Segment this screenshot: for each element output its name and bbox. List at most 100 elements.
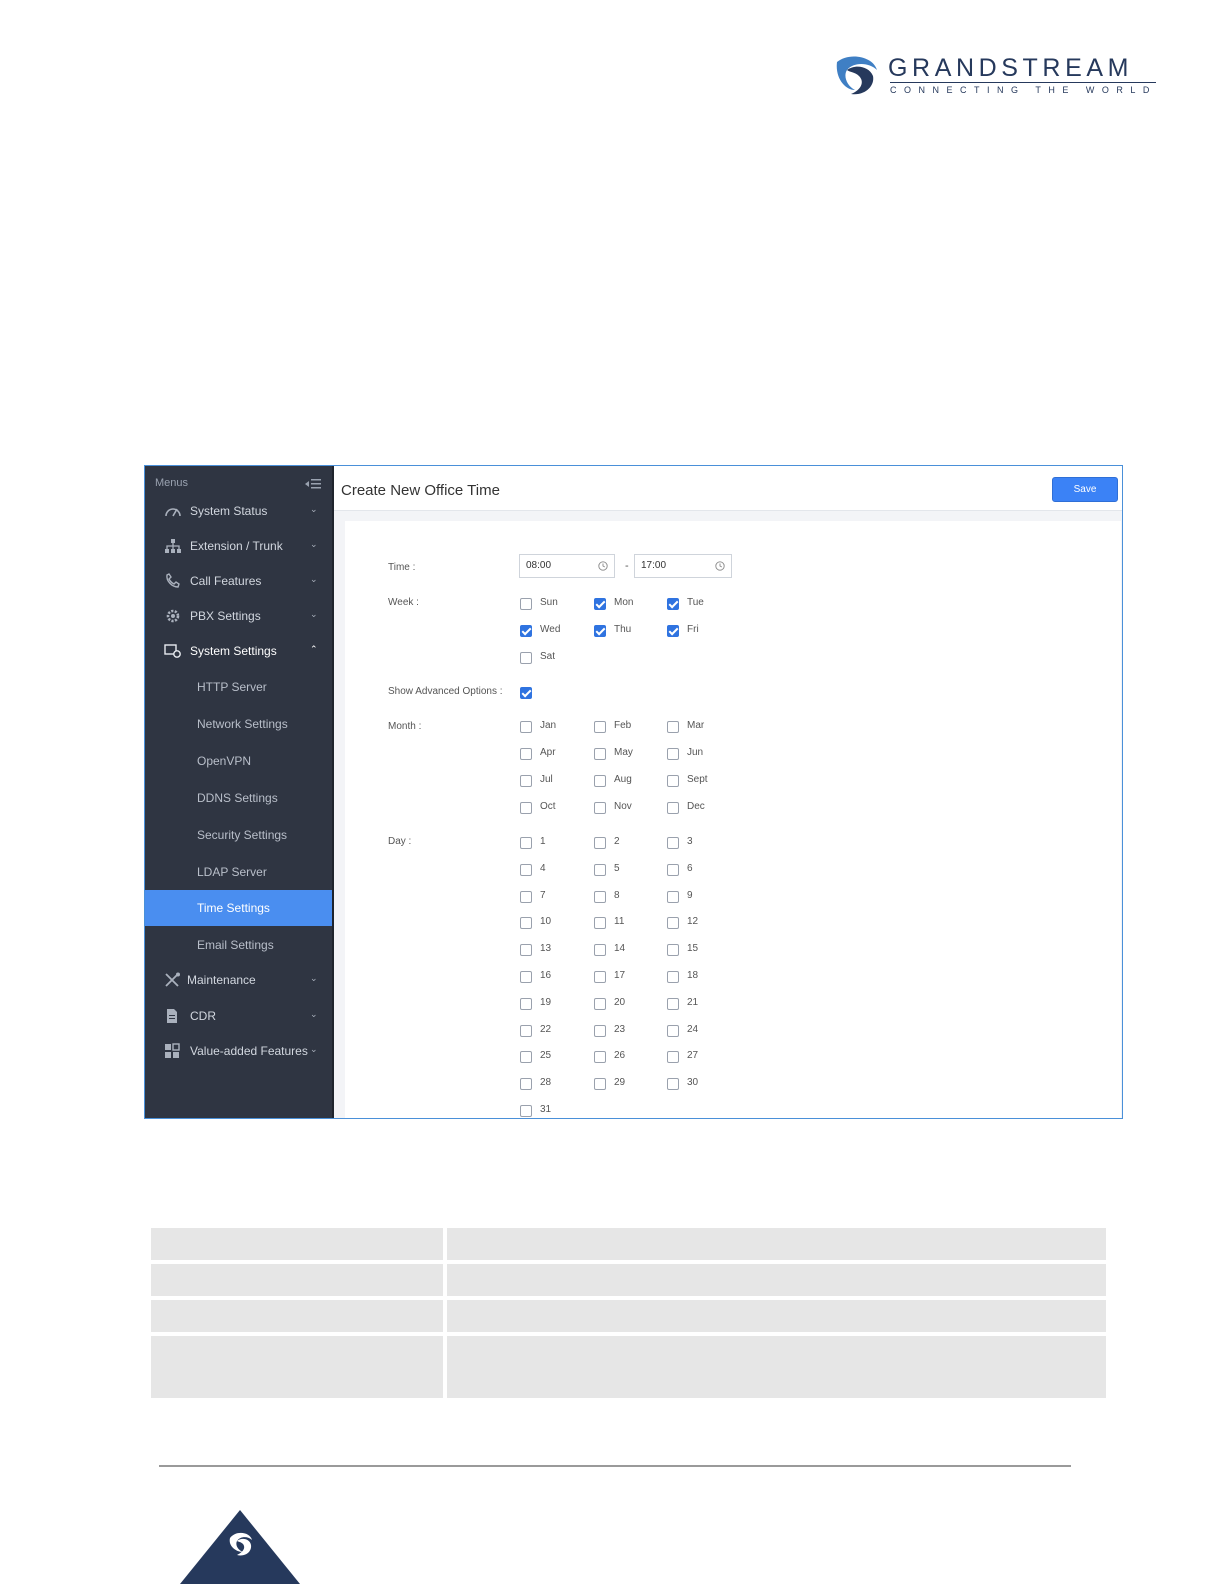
day-16-checkbox[interactable] <box>520 971 532 983</box>
week-fri-checkbox[interactable] <box>667 625 679 637</box>
grid-icon <box>165 1043 180 1058</box>
day-19-checkbox[interactable] <box>520 997 532 1010</box>
sub-item-openvpn[interactable]: OpenVPN <box>145 743 332 779</box>
month-may-checkbox[interactable] <box>594 748 606 760</box>
month-oct-checkbox[interactable] <box>520 802 532 814</box>
nav-pbx-settings[interactable]: PBX Settings ⌄ <box>145 599 332 633</box>
day-24-checkbox[interactable] <box>667 1024 679 1037</box>
day-15-checkbox[interactable] <box>667 944 679 957</box>
day-11-checkbox[interactable] <box>594 917 606 930</box>
month-jun-label: Jun <box>687 747 704 758</box>
nav-system-status[interactable]: System Status ⌄ <box>145 494 332 528</box>
day-4-checkbox[interactable] <box>520 863 532 876</box>
nav-maintenance[interactable]: Maintenance ⌄ <box>145 963 332 997</box>
monitor-gear-icon <box>164 644 181 658</box>
day-31-checkbox[interactable] <box>520 1105 532 1117</box>
day-18-checkbox[interactable] <box>667 971 679 983</box>
sub-item-http-server[interactable]: HTTP Server <box>145 669 332 705</box>
month-sept-checkbox[interactable] <box>667 775 679 787</box>
day-2-label: 2 <box>614 836 620 847</box>
day-27-label: 27 <box>687 1050 699 1062</box>
nav-call-features[interactable]: Call Features ⌄ <box>145 564 332 598</box>
chevron-down-icon: ⌄ <box>310 609 318 619</box>
day-1-checkbox[interactable] <box>520 837 532 849</box>
week-thu-checkbox[interactable] <box>594 625 606 637</box>
month-feb-checkbox[interactable] <box>594 721 606 733</box>
sub-item-time-settings[interactable]: Time Settings <box>145 890 332 926</box>
grandstream-swirl-icon <box>836 56 877 95</box>
sub-item-label: DDNS Settings <box>197 791 278 805</box>
week-mon-checkbox[interactable] <box>594 598 606 610</box>
advanced-options-checkbox[interactable] <box>520 687 532 699</box>
nav-extension-trunk[interactable]: Extension / Trunk ⌄ <box>145 529 332 563</box>
day-3-checkbox[interactable] <box>667 837 679 849</box>
brand-underline <box>890 82 1156 83</box>
week-wed-label: Wed <box>540 624 561 635</box>
day-29-checkbox[interactable] <box>594 1078 606 1091</box>
day-20-checkbox[interactable] <box>594 997 606 1010</box>
day-28-checkbox[interactable] <box>520 1078 532 1091</box>
sub-item-label: Time Settings <box>197 901 270 915</box>
day-14-checkbox[interactable] <box>594 944 606 957</box>
day-20-label: 20 <box>614 996 626 1008</box>
collapse-menu-icon[interactable] <box>305 478 321 490</box>
day-6-checkbox[interactable] <box>667 863 679 876</box>
day-2-checkbox[interactable] <box>594 837 606 849</box>
week-sun-checkbox[interactable] <box>520 598 532 610</box>
sub-item-email-settings[interactable]: Email Settings <box>145 927 332 963</box>
page-title: Create New Office Time <box>341 482 500 499</box>
office-time-form: Time : 08:00 - 17:00 Week : Sun Mon Tue Wed… <box>345 521 1121 1118</box>
week-thu-label: Thu <box>614 624 632 635</box>
month-dec-label: Dec <box>687 801 705 812</box>
day-27-checkbox[interactable] <box>667 1051 679 1064</box>
month-nov-checkbox[interactable] <box>594 802 606 814</box>
day-7-checkbox[interactable] <box>520 890 532 903</box>
day-22-checkbox[interactable] <box>520 1024 532 1037</box>
day-26-checkbox[interactable] <box>594 1051 606 1064</box>
month-may-label: May <box>614 747 633 758</box>
day-28-label: 28 <box>540 1077 552 1089</box>
nav-value-added-features[interactable]: Value-added Features ⌄ <box>145 1034 332 1068</box>
save-button[interactable]: Save <box>1052 477 1118 502</box>
day-25-checkbox[interactable] <box>520 1051 532 1064</box>
week-wed-checkbox[interactable] <box>520 625 532 637</box>
day-10-label: 10 <box>540 916 552 928</box>
day-23-checkbox[interactable] <box>594 1024 606 1037</box>
sub-item-ddns-settings[interactable]: DDNS Settings <box>145 780 332 816</box>
start-time-input[interactable]: 08:00 <box>519 554 615 578</box>
sub-item-security-settings[interactable]: Security Settings <box>145 817 332 853</box>
day-10-checkbox[interactable] <box>520 917 532 930</box>
day-29-label: 29 <box>614 1077 626 1089</box>
month-jan-checkbox[interactable] <box>520 721 532 733</box>
table-cell <box>151 1264 443 1296</box>
day-label: Day : <box>388 836 412 847</box>
sub-item-network-settings[interactable]: Network Settings <box>145 706 332 742</box>
nav-label: CDR <box>190 1009 216 1023</box>
day-30-label: 30 <box>687 1077 699 1089</box>
day-9-label: 9 <box>687 889 693 901</box>
sub-item-ldap-server[interactable]: LDAP Server <box>145 854 332 890</box>
day-12-checkbox[interactable] <box>667 917 679 930</box>
day-17-checkbox[interactable] <box>594 971 606 983</box>
month-apr-checkbox[interactable] <box>520 748 532 760</box>
month-mar-checkbox[interactable] <box>667 721 679 733</box>
sub-item-label: LDAP Server <box>197 865 267 879</box>
day-8-label: 8 <box>614 889 620 901</box>
day-9-checkbox[interactable] <box>667 890 679 903</box>
month-aug-checkbox[interactable] <box>594 775 606 787</box>
sub-item-label: HTTP Server <box>197 680 267 694</box>
day-5-checkbox[interactable] <box>594 863 606 876</box>
day-8-checkbox[interactable] <box>594 890 606 903</box>
nav-system-settings[interactable]: System Settings ⌃ <box>145 634 332 668</box>
end-time-input[interactable]: 17:00 <box>634 554 732 578</box>
day-16-label: 16 <box>540 970 552 981</box>
month-dec-checkbox[interactable] <box>667 802 679 814</box>
week-sat-checkbox[interactable] <box>520 652 532 664</box>
day-30-checkbox[interactable] <box>667 1078 679 1091</box>
day-21-checkbox[interactable] <box>667 997 679 1010</box>
nav-cdr[interactable]: CDR ⌄ <box>145 999 332 1033</box>
week-tue-checkbox[interactable] <box>667 598 679 610</box>
month-jul-checkbox[interactable] <box>520 775 532 787</box>
month-jun-checkbox[interactable] <box>667 748 679 760</box>
day-13-checkbox[interactable] <box>520 944 532 957</box>
